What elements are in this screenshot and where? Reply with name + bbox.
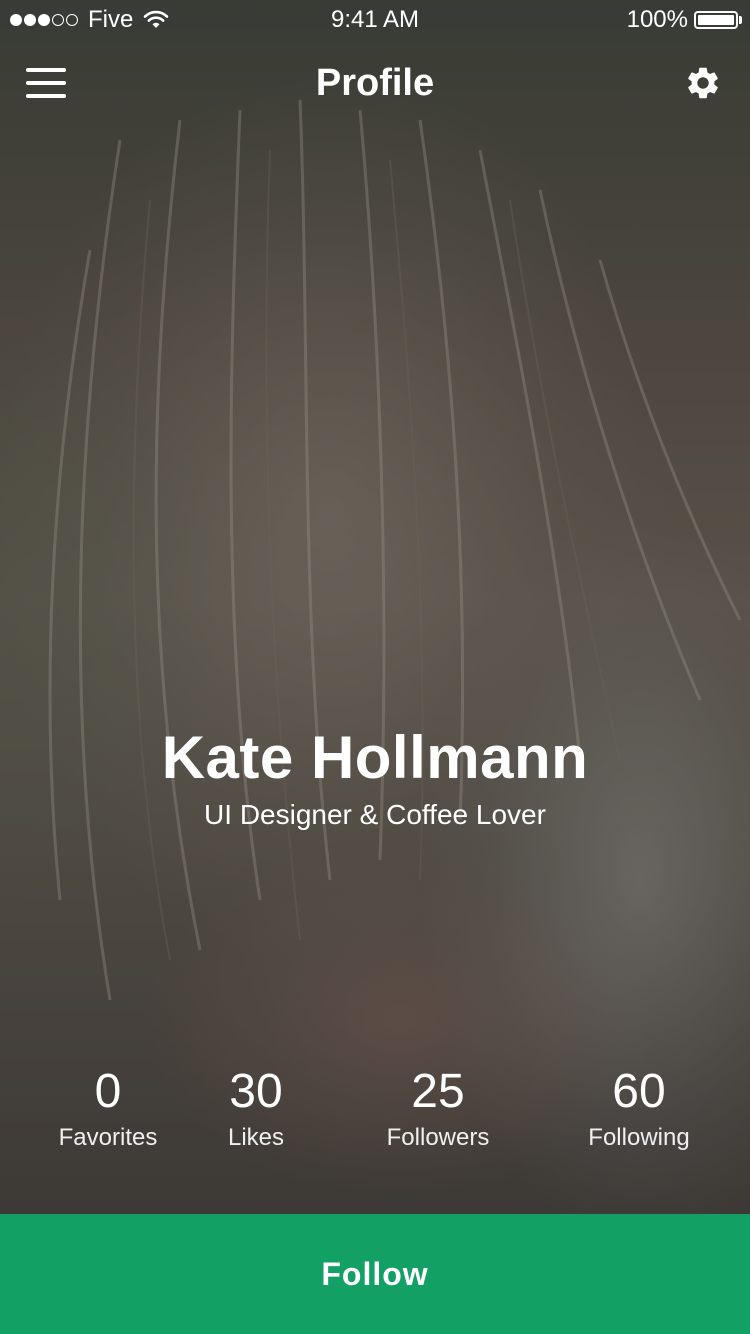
battery-indicator: 100% <box>627 0 742 40</box>
profile-bio: UI Designer & Coffee Lover <box>204 799 546 830</box>
navigation-bar: Profile <box>0 50 750 116</box>
battery-percentage: 100% <box>626 6 688 33</box>
battery-icon <box>694 11 738 29</box>
stat-label: Likes <box>227 1124 285 1151</box>
follow-button[interactable]: Follow <box>0 1214 750 1334</box>
profile-name: Kate Hollmann <box>161 724 589 791</box>
stat-label: Followers <box>386 1124 490 1151</box>
profile-stats: 0 Favorites 30 Likes 25 Followers 60 Fol… <box>0 1062 750 1162</box>
stat-value: 25 <box>411 1065 465 1118</box>
stat-label: Following <box>588 1124 690 1151</box>
stat-likes[interactable]: 30 Likes <box>156 1062 356 1154</box>
stat-followers[interactable]: 25 Followers <box>338 1062 538 1154</box>
battery-tip <box>739 16 742 24</box>
stat-value: 60 <box>612 1065 666 1118</box>
stat-value: 30 <box>229 1065 283 1118</box>
status-bar: Five 9:41 AM 100% <box>0 0 750 40</box>
stat-following[interactable]: 60 Following <box>539 1062 739 1154</box>
battery-fill <box>698 15 734 25</box>
page-title: Profile <box>315 62 435 104</box>
gear-icon[interactable] <box>684 64 722 102</box>
